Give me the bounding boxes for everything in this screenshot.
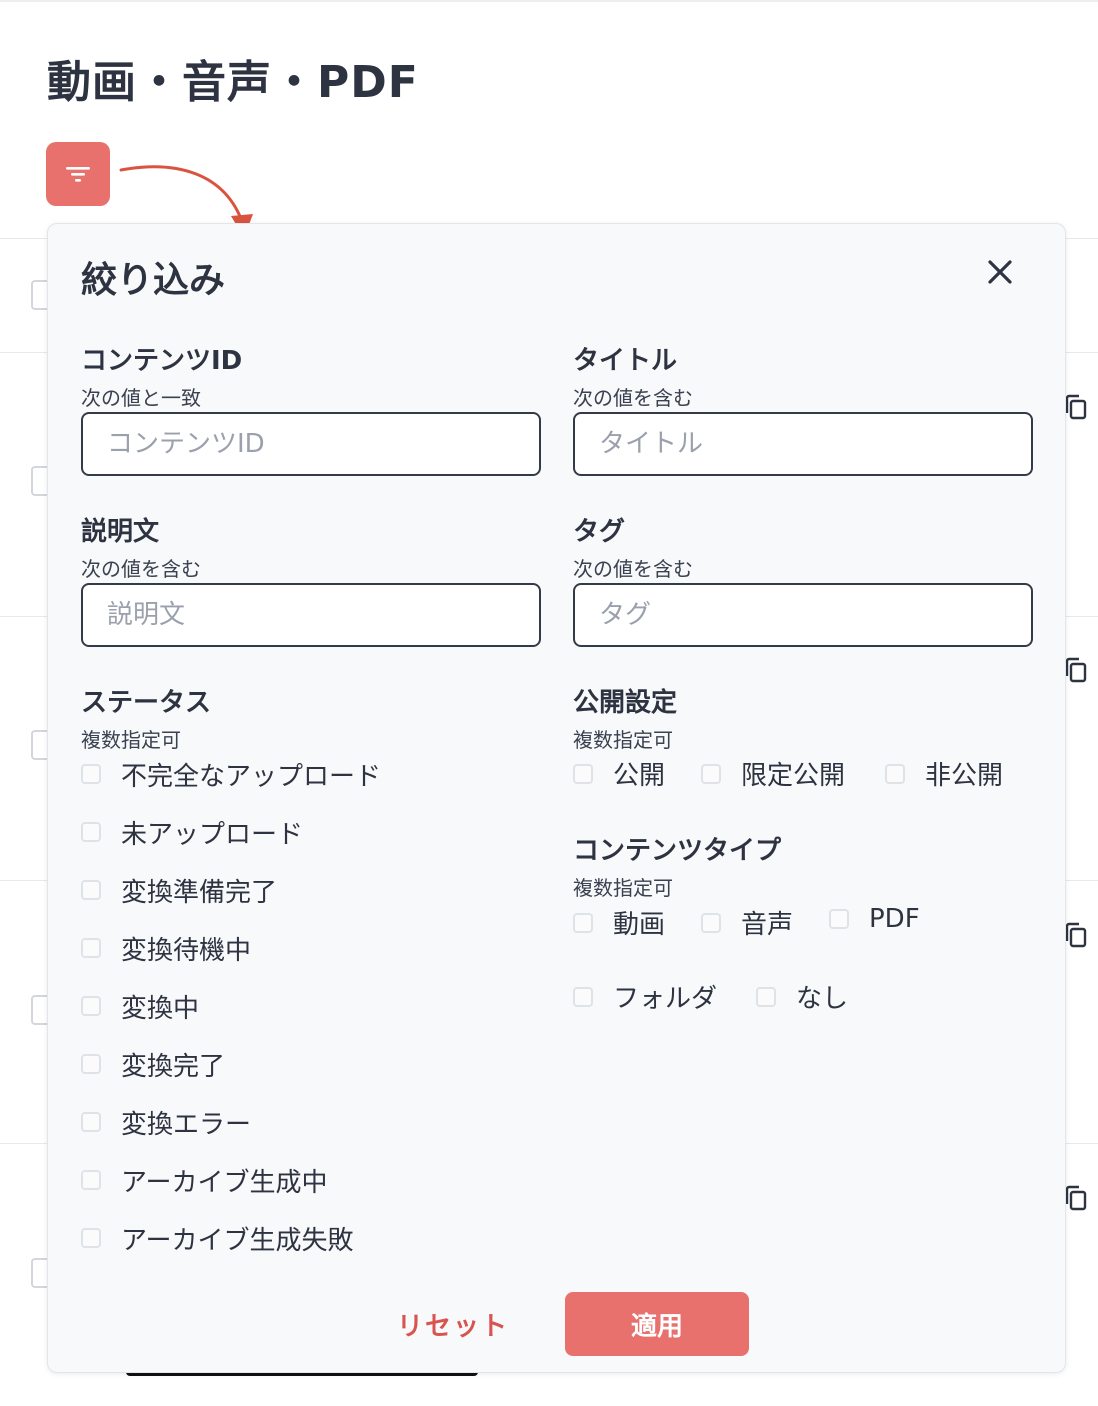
copy-icon[interactable] <box>1064 1184 1088 1212</box>
checkbox-icon[interactable] <box>81 1112 101 1132</box>
checkbox-icon[interactable] <box>829 909 849 929</box>
title-input[interactable] <box>573 412 1033 476</box>
page-title: 動画・音声・PDF <box>47 57 419 108</box>
content-id-sub: 次の値と一致 <box>81 386 201 410</box>
checkbox-icon[interactable] <box>81 764 101 784</box>
content-type-option-label: フォルダ <box>613 984 718 1014</box>
visibility-option-label: 限定公開 <box>741 761 846 791</box>
visibility-option-limited[interactable]: 限定公開 <box>701 755 845 792</box>
visibility-option-private[interactable]: 非公開 <box>885 755 1003 792</box>
content-type-option-audio[interactable]: 音声 <box>701 904 793 941</box>
status-option[interactable]: 変換完了 <box>81 1035 381 1093</box>
visibility-option-label: 公開 <box>613 761 666 791</box>
status-option-label: 変換準備完了 <box>121 877 278 908</box>
checkbox-icon[interactable] <box>81 1228 101 1248</box>
status-option-label: 変換エラー <box>121 1109 252 1140</box>
status-option[interactable]: 変換中 <box>81 977 381 1035</box>
status-option[interactable]: 不完全なアップロード <box>81 745 381 803</box>
status-option-label: アーカイブ生成失敗 <box>121 1225 354 1256</box>
content-type-option-pdf[interactable]: PDF <box>829 904 920 934</box>
status-option[interactable]: 変換待機中 <box>81 919 381 977</box>
checkbox-icon[interactable] <box>81 1054 101 1074</box>
checkbox-icon[interactable] <box>573 763 593 784</box>
status-option[interactable]: 未アップロード <box>81 803 381 861</box>
checkbox-icon[interactable] <box>573 986 593 1007</box>
checkbox-icon[interactable] <box>756 986 776 1007</box>
panel-title: 絞り込み <box>81 260 226 301</box>
copy-icon[interactable] <box>1064 393 1088 421</box>
content-type-option-label: PDF <box>869 904 920 934</box>
content-id-input[interactable] <box>81 412 541 476</box>
status-option-label: 変換待機中 <box>121 935 252 966</box>
filter-button[interactable] <box>46 142 110 206</box>
checkbox-icon[interactable] <box>81 822 101 842</box>
content-type-option-folder[interactable]: フォルダ <box>573 978 717 1015</box>
content-type-option-none[interactable]: なし <box>756 978 848 1015</box>
status-option-label: アーカイブ生成中 <box>121 1167 328 1198</box>
status-option-label: 変換中 <box>121 993 200 1024</box>
description-input[interactable] <box>81 583 541 647</box>
visibility-label: 公開設定 <box>573 688 678 718</box>
status-checkbox-list: 不完全なアップロード 未アップロード 変換準備完了 変換待機中変換中変換完了変換エラー… <box>81 745 381 1267</box>
tag-input[interactable] <box>573 583 1033 647</box>
copy-icon[interactable] <box>1064 921 1088 949</box>
description-sub: 次の値を含む <box>81 557 201 581</box>
filter-panel: 絞り込み コンテンツID 次の値と一致 タイトル 次の値を含む 説明文 次の値を… <box>47 223 1066 1373</box>
visibility-option-public[interactable]: 公開 <box>573 755 665 792</box>
status-option-label: 未アップロード <box>121 819 304 850</box>
status-option[interactable]: アーカイブ生成失敗 <box>81 1209 381 1267</box>
close-icon[interactable] <box>985 257 1015 287</box>
visibility-sub: 複数指定可 <box>573 728 673 752</box>
status-label: ステータス <box>81 688 212 718</box>
status-option[interactable]: 変換準備完了 <box>81 861 381 919</box>
content-type-option-video[interactable]: 動画 <box>573 904 665 941</box>
reset-button[interactable]: リセット <box>388 1292 518 1356</box>
filter-icon <box>66 167 90 182</box>
checkbox-icon[interactable] <box>81 1170 101 1190</box>
checkbox-icon[interactable] <box>701 763 721 784</box>
title-sub: 次の値を含む <box>573 386 693 410</box>
content-type-option-label: 音声 <box>741 910 794 940</box>
status-option[interactable]: アーカイブ生成中 <box>81 1151 381 1209</box>
content-type-sub: 複数指定可 <box>573 876 673 900</box>
checkbox-icon[interactable] <box>81 996 101 1016</box>
checkbox-icon[interactable] <box>81 880 101 900</box>
checkbox-icon[interactable] <box>573 912 593 933</box>
copy-icon[interactable] <box>1064 656 1088 684</box>
tag-sub: 次の値を含む <box>573 557 693 581</box>
checkbox-icon[interactable] <box>81 938 101 958</box>
status-option[interactable]: 変換エラー <box>81 1093 381 1151</box>
content-type-option-label: なし <box>796 984 849 1014</box>
status-option-label: 不完全なアップロード <box>121 761 382 792</box>
top-divider <box>0 0 1098 2</box>
apply-button[interactable]: 適用 <box>565 1292 749 1356</box>
description-label: 説明文 <box>81 517 160 547</box>
checkbox-icon[interactable] <box>885 763 905 784</box>
content-id-label: コンテンツID <box>81 346 243 376</box>
status-option-label: 変換完了 <box>121 1051 226 1082</box>
visibility-option-label: 非公開 <box>925 761 1004 791</box>
content-type-label: コンテンツタイプ <box>573 836 782 866</box>
tag-label: タグ <box>573 517 626 547</box>
content-type-option-label: 動画 <box>613 910 666 940</box>
title-label: タイトル <box>573 346 678 376</box>
checkbox-icon[interactable] <box>701 912 721 933</box>
